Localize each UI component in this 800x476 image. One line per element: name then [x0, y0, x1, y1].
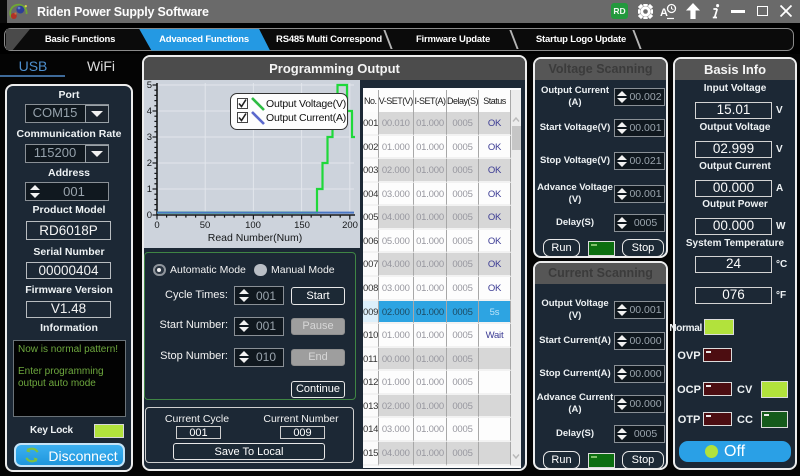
- svg-text:A: A: [660, 7, 668, 19]
